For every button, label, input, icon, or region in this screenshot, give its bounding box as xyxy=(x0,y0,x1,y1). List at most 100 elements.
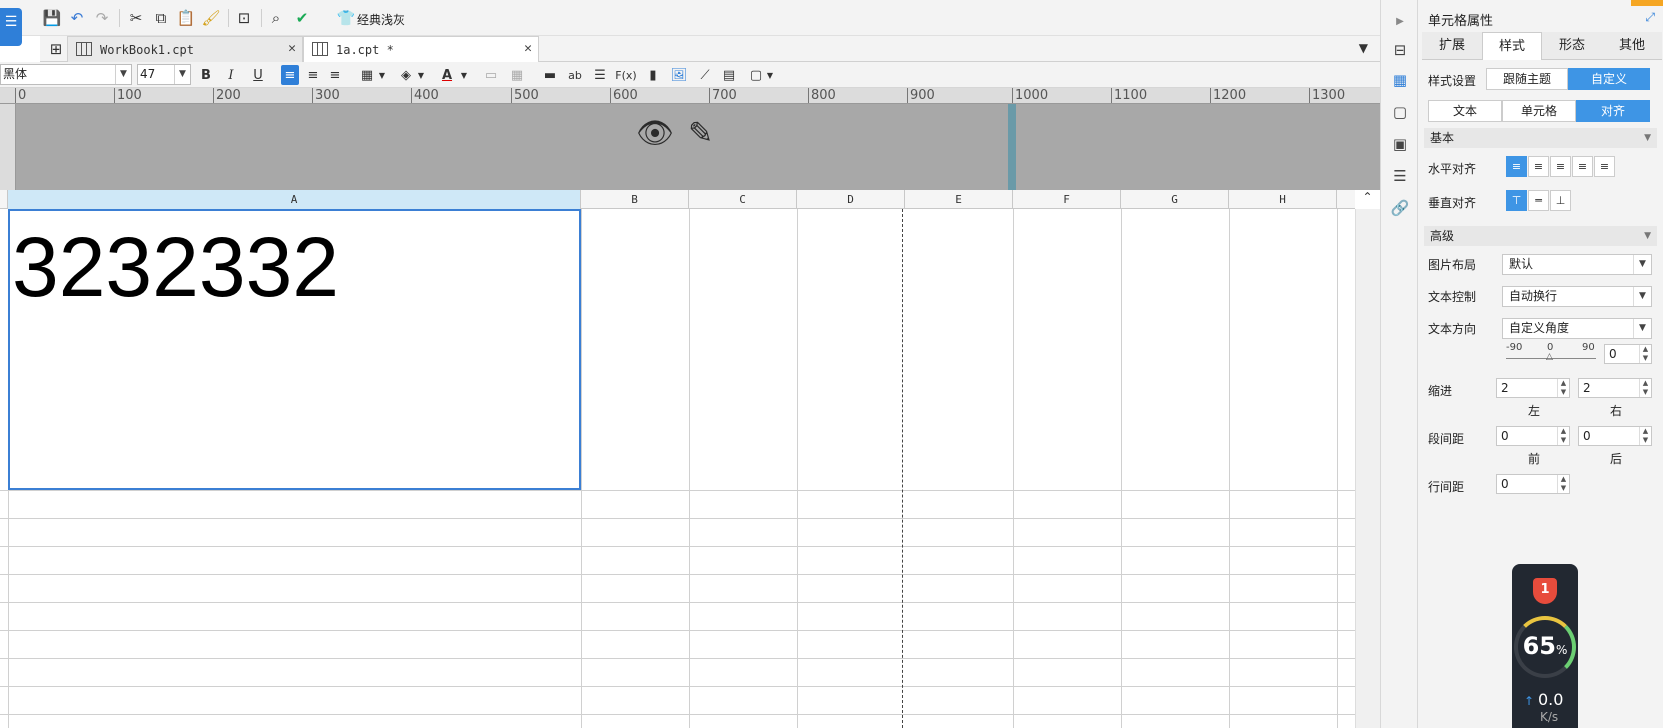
h-align-center-icon[interactable]: ≡ xyxy=(1528,156,1549,177)
sub-tab-align[interactable]: 对齐 xyxy=(1576,100,1650,122)
align-left-icon[interactable]: ≡ xyxy=(281,65,299,85)
spinner-icon[interactable]: ▲ ▼ xyxy=(1639,427,1651,445)
text-control-select[interactable]: 自动换行 ▼ xyxy=(1502,286,1652,307)
para-before-input[interactable]: 0 ▲ ▼ xyxy=(1496,426,1570,446)
undo-icon[interactable]: ↶ xyxy=(67,8,87,28)
format-painter-icon[interactable]: 🖌 xyxy=(201,8,221,28)
column-header-g[interactable]: G xyxy=(1121,190,1229,209)
column-header-e[interactable]: E xyxy=(905,190,1013,209)
underline-button[interactable]: U xyxy=(249,65,267,85)
text-direction-select[interactable]: 自定义角度 ▼ xyxy=(1502,318,1652,339)
chart-icon[interactable]: ▮ xyxy=(644,65,662,85)
custom-option[interactable]: 自定义 xyxy=(1568,68,1650,90)
theme-label[interactable]: 经典浅灰 xyxy=(357,11,405,28)
cut-icon[interactable]: ✂ xyxy=(126,8,146,28)
network-speed-widget[interactable]: 1 65% ↑ 0.0 K/s xyxy=(1512,564,1578,728)
insert-row-icon[interactable]: ▬ xyxy=(541,65,559,85)
close-icon[interactable]: ✕ xyxy=(288,41,296,56)
copy-icon[interactable]: ⧉ xyxy=(151,8,171,28)
spinner-icon[interactable]: ▲ ▼ xyxy=(1557,475,1569,493)
align-right-icon[interactable]: ≡ xyxy=(326,65,344,85)
font-family-select[interactable]: 黑体 ▼ xyxy=(0,64,132,85)
h-align-distributed-icon[interactable]: ≡ xyxy=(1594,156,1615,177)
preview-icon[interactable]: ⊡ xyxy=(234,8,254,28)
float-element-icon[interactable]: ▢ xyxy=(1390,102,1410,122)
corner-cell[interactable] xyxy=(0,190,8,209)
font-color-icon[interactable]: A xyxy=(438,65,456,85)
italic-button[interactable]: I xyxy=(222,65,240,85)
align-center-icon[interactable]: ≡ xyxy=(304,65,322,85)
scroll-up-icon[interactable]: ⌃ xyxy=(1355,190,1380,209)
indent-left-input[interactable]: 2 ▲ ▼ xyxy=(1496,378,1570,398)
column-header-a[interactable]: A xyxy=(8,190,581,209)
slash-icon[interactable]: ⟋ xyxy=(696,65,714,85)
line-spacing-input[interactable]: 0 ▲ ▼ xyxy=(1496,474,1570,494)
paragraph-icon[interactable]: ☰ xyxy=(591,65,609,85)
redo-icon[interactable]: ↷ xyxy=(92,8,112,28)
search-preview-icon[interactable]: ⌕ xyxy=(266,8,286,28)
para-after-input[interactable]: 0 ▲ ▼ xyxy=(1578,426,1652,446)
chevron-down-icon[interactable]: ▼ xyxy=(761,65,779,85)
h-align-left-icon[interactable]: ≡ xyxy=(1506,156,1527,177)
basic-section-header[interactable]: 基本 ▼ xyxy=(1424,128,1657,148)
vertical-scrollbar[interactable] xyxy=(1355,209,1380,728)
v-align-bottom-icon[interactable]: ⊥ xyxy=(1550,190,1571,211)
column-header-h[interactable]: H xyxy=(1229,190,1337,209)
grid-icon[interactable]: ⊞ xyxy=(46,39,66,59)
paste-icon[interactable]: 📋 xyxy=(176,8,196,28)
spinner-icon[interactable]: ▲ ▼ xyxy=(1557,379,1569,397)
theme-shirt-icon[interactable]: 👕 xyxy=(336,8,356,28)
tab-other[interactable]: 其他 xyxy=(1602,32,1662,60)
pin-icon[interactable]: ⤢ xyxy=(1645,10,1655,25)
sheet-grid[interactable]: 3232332 xyxy=(0,209,1355,728)
column-header-c[interactable]: C xyxy=(689,190,797,209)
check-icon[interactable]: ✔ xyxy=(292,8,312,28)
image-layout-select[interactable]: 默认 ▼ xyxy=(1502,254,1652,275)
spinner-icon[interactable]: ▲ ▼ xyxy=(1557,427,1569,445)
text-tool-button[interactable]: ab xyxy=(566,65,584,85)
h-align-right-icon[interactable]: ≡ xyxy=(1550,156,1571,177)
spinner-icon[interactable]: ▲ ▼ xyxy=(1639,379,1651,397)
hyperlink-icon[interactable]: 🔗 xyxy=(1390,198,1410,218)
image-icon[interactable]: 🖼 xyxy=(670,65,688,85)
follow-theme-option[interactable]: 跟随主题 xyxy=(1486,68,1568,90)
formula-button[interactable]: F(x) xyxy=(615,65,637,85)
split-cells-icon[interactable]: ▦ xyxy=(508,65,526,85)
widget-icon[interactable]: ▣ xyxy=(1390,134,1410,154)
bold-button[interactable]: B xyxy=(197,65,215,85)
cell-attribute-icon[interactable]: ▦ xyxy=(1390,70,1410,90)
v-align-top-icon[interactable]: ⊤ xyxy=(1506,190,1527,211)
condition-icon[interactable]: ☰ xyxy=(1390,166,1410,186)
angle-input[interactable]: 0 ▲ ▼ xyxy=(1604,344,1652,364)
tab-shape[interactable]: 形态 xyxy=(1542,32,1602,60)
column-header-f[interactable]: F xyxy=(1013,190,1121,209)
slider-thumb-icon[interactable]: △ xyxy=(1546,352,1553,362)
sub-tab-text[interactable]: 文本 xyxy=(1428,100,1502,122)
sub-tab-cell[interactable]: 单元格 xyxy=(1502,100,1576,122)
save-icon[interactable]: 💾 xyxy=(42,8,62,28)
h-align-justify-icon[interactable]: ≡ xyxy=(1572,156,1593,177)
chevron-down-icon[interactable]: ▼ xyxy=(412,65,430,85)
collapse-arrow-icon[interactable]: ▶ xyxy=(1390,12,1410,32)
merge-cells-icon[interactable]: ▭ xyxy=(482,65,500,85)
advanced-section-header[interactable]: 高级 ▼ xyxy=(1424,226,1657,246)
font-size-select[interactable]: 47 ▼ xyxy=(137,64,191,85)
cell-a1[interactable]: 3232332 xyxy=(8,209,581,490)
column-header-d[interactable]: D xyxy=(797,190,905,209)
tab-menu-icon[interactable]: ▼ xyxy=(1359,41,1368,55)
chevron-down-icon[interactable]: ▼ xyxy=(373,65,391,85)
tab-workbook1[interactable]: WorkBook1.cpt ✕ xyxy=(67,36,303,62)
chevron-down-icon[interactable]: ▼ xyxy=(455,65,473,85)
edit-pencil-icon[interactable]: ✎ xyxy=(688,116,713,151)
spinner-icon[interactable]: ▲ ▼ xyxy=(1639,345,1651,363)
app-menu-icon[interactable]: ☰ xyxy=(0,8,22,46)
close-icon[interactable]: ✕ xyxy=(524,41,532,56)
cell-element-icon[interactable]: ⊟ xyxy=(1390,40,1410,60)
hide-eye-icon[interactable]: 👁 xyxy=(636,116,674,151)
tab-style[interactable]: 样式 xyxy=(1482,32,1542,60)
v-align-middle-icon[interactable]: ═ xyxy=(1528,190,1549,211)
subreport-icon[interactable]: ▤ xyxy=(720,65,738,85)
column-header-b[interactable]: B xyxy=(581,190,689,209)
tab-expand[interactable]: 扩展 xyxy=(1422,32,1482,60)
indent-right-input[interactable]: 2 ▲ ▼ xyxy=(1578,378,1652,398)
